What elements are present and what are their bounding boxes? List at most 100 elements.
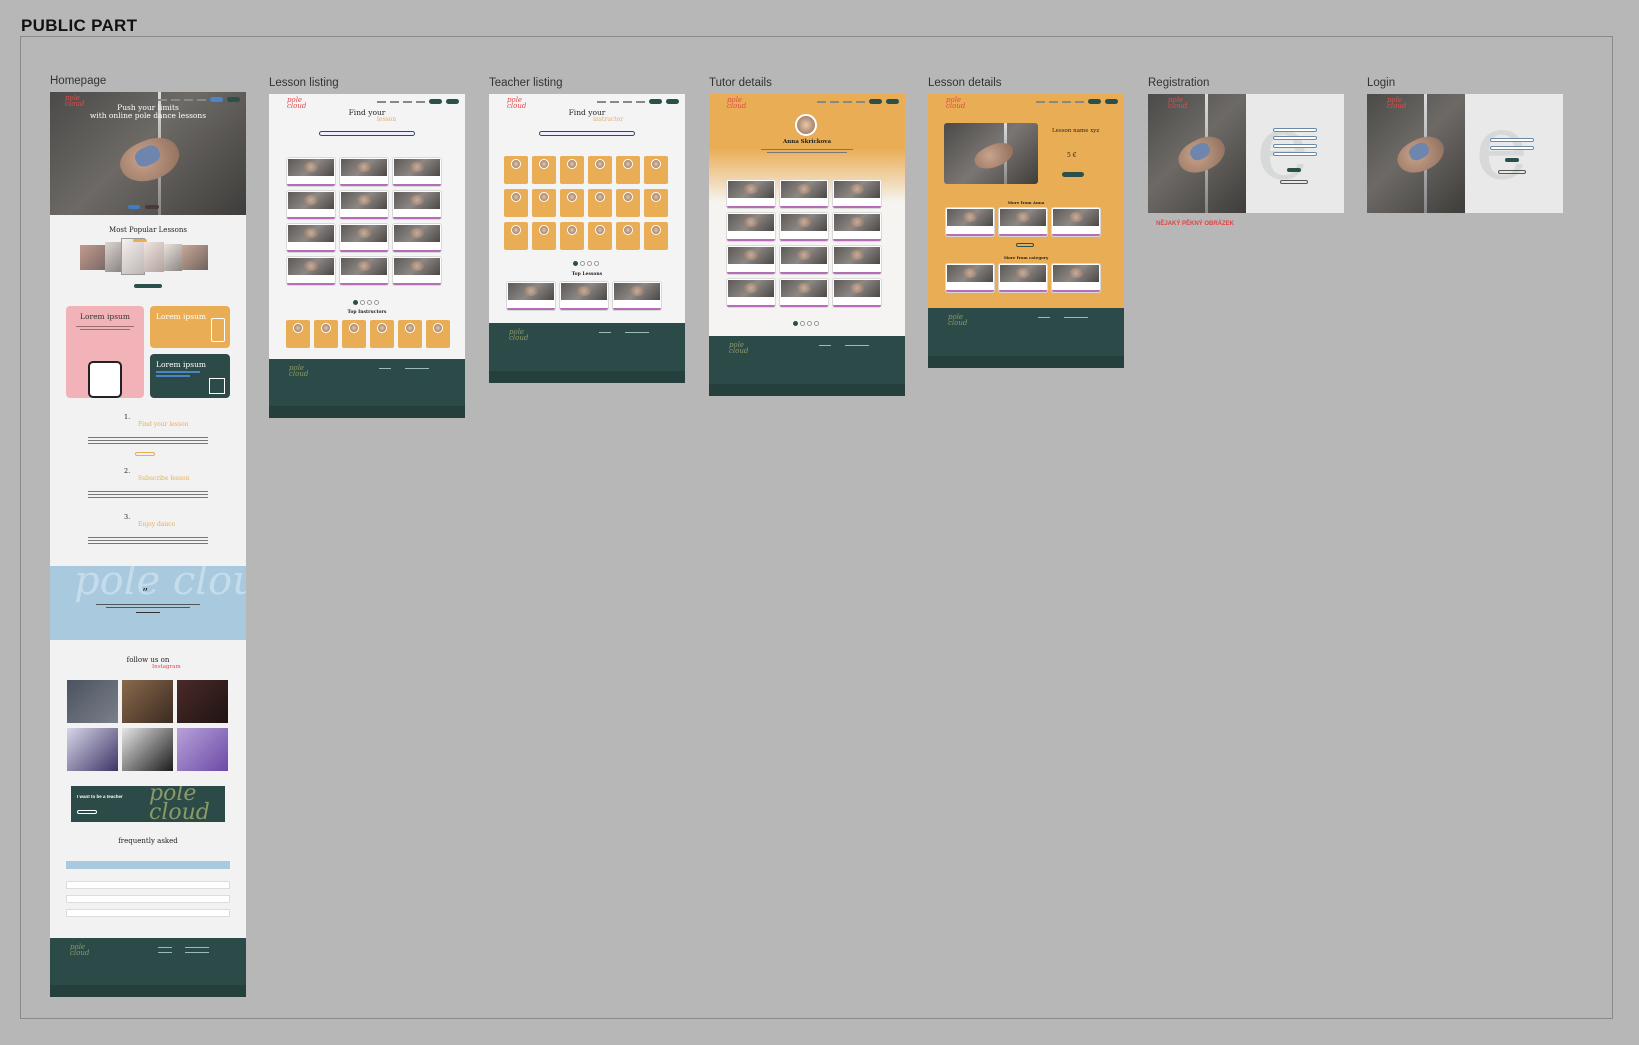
- instructor-card[interactable]: [426, 320, 450, 348]
- google-login-button[interactable]: [1498, 170, 1526, 174]
- lesson-card[interactable]: [287, 158, 335, 186]
- frame-label-login[interactable]: Login: [1367, 77, 1395, 89]
- popular-lesson-thumb[interactable]: [105, 242, 122, 272]
- instructor-card[interactable]: [504, 156, 528, 184]
- instructor-card[interactable]: [532, 222, 556, 250]
- google-signin-button[interactable]: [1280, 180, 1308, 184]
- step-1-button[interactable]: [135, 452, 155, 456]
- logo[interactable]: pole cloud: [727, 97, 746, 110]
- instructor-card[interactable]: [532, 189, 556, 217]
- lesson-card[interactable]: [340, 224, 388, 252]
- popular-lesson-thumb[interactable]: [144, 242, 164, 272]
- search-input[interactable]: [539, 131, 635, 136]
- login-button[interactable]: [1505, 158, 1519, 162]
- teacher-listing-frame[interactable]: pole cloud Find your instructor Top Lesso…: [489, 94, 685, 383]
- email-field[interactable]: [1273, 136, 1317, 140]
- name-field[interactable]: [1273, 128, 1317, 132]
- instructor-card[interactable]: [370, 320, 394, 348]
- lesson-card[interactable]: [946, 264, 994, 292]
- teacher-banner-button[interactable]: [77, 810, 97, 814]
- lesson-card[interactable]: [287, 191, 335, 219]
- instructor-card[interactable]: [560, 156, 584, 184]
- instagram-photo[interactable]: [67, 680, 118, 723]
- instructor-card[interactable]: [616, 222, 640, 250]
- instructor-card[interactable]: [560, 189, 584, 217]
- frame-label-homepage[interactable]: Homepage: [50, 75, 106, 87]
- instructor-card[interactable]: [504, 189, 528, 217]
- instructor-card[interactable]: [588, 189, 612, 217]
- lesson-card[interactable]: [727, 279, 775, 307]
- lesson-card[interactable]: [1052, 264, 1100, 292]
- instructor-card[interactable]: [342, 320, 366, 348]
- lesson-card[interactable]: [340, 257, 388, 285]
- lesson-card[interactable]: [340, 158, 388, 186]
- tutor-details-frame[interactable]: pole cloud Anna Skrickova pole cloud: [709, 94, 905, 396]
- frame-label-teacher-listing[interactable]: Teacher listing: [489, 77, 563, 89]
- frame-label-lesson-listing[interactable]: Lesson listing: [269, 77, 339, 89]
- lesson-card[interactable]: [393, 257, 441, 285]
- lesson-card[interactable]: [287, 257, 335, 285]
- lesson-card[interactable]: [780, 213, 828, 241]
- lesson-video[interactable]: [944, 123, 1038, 184]
- buy-button[interactable]: [1062, 172, 1084, 177]
- lesson-card[interactable]: [833, 180, 881, 208]
- instructor-card[interactable]: [588, 156, 612, 184]
- popular-lesson-thumb-active[interactable]: [122, 239, 144, 274]
- frame-label-lesson-details[interactable]: Lesson details: [928, 77, 1002, 89]
- lesson-listing-frame[interactable]: pole cloud Find your lesson Top Instructo…: [269, 94, 465, 418]
- instagram-photo[interactable]: [67, 728, 118, 771]
- instructor-card[interactable]: [560, 222, 584, 250]
- popular-lesson-thumb[interactable]: [80, 245, 105, 270]
- lesson-card[interactable]: [1052, 208, 1100, 236]
- lesson-card[interactable]: [833, 279, 881, 307]
- password-field[interactable]: [1273, 144, 1317, 148]
- instructor-card[interactable]: [314, 320, 338, 348]
- instagram-photo[interactable]: [122, 680, 173, 723]
- registration-frame[interactable]: polecloud e: [1148, 94, 1344, 213]
- instructor-card[interactable]: [644, 189, 668, 217]
- instructor-card[interactable]: [616, 156, 640, 184]
- faq-item-open[interactable]: [66, 861, 230, 869]
- pagination[interactable]: [353, 300, 379, 305]
- frame-label-tutor-details[interactable]: Tutor details: [709, 77, 772, 89]
- lesson-card[interactable]: [560, 282, 608, 310]
- popular-lesson-thumb[interactable]: [182, 245, 208, 270]
- search-input[interactable]: [319, 131, 415, 136]
- lesson-details-frame[interactable]: pole cloud Lesson name xyz 5 € More from …: [928, 94, 1124, 368]
- hero-button-secondary[interactable]: [145, 205, 159, 209]
- lesson-card[interactable]: [613, 282, 661, 310]
- lesson-card[interactable]: [393, 158, 441, 186]
- password-field[interactable]: [1490, 146, 1534, 150]
- popular-lesson-thumb[interactable]: [164, 244, 182, 271]
- instagram-photo[interactable]: [177, 680, 228, 723]
- faq-item[interactable]: [66, 895, 230, 903]
- faq-item[interactable]: [66, 909, 230, 917]
- instagram-photo[interactable]: [122, 728, 173, 771]
- see-all-button[interactable]: [134, 284, 162, 288]
- lesson-card[interactable]: [946, 208, 994, 236]
- lesson-card[interactable]: [780, 246, 828, 274]
- instructor-card[interactable]: [286, 320, 310, 348]
- instructor-card[interactable]: [644, 156, 668, 184]
- instructor-card[interactable]: [616, 189, 640, 217]
- lesson-card[interactable]: [780, 180, 828, 208]
- instructor-card[interactable]: [398, 320, 422, 348]
- frame-label-registration[interactable]: Registration: [1148, 77, 1209, 89]
- pagination[interactable]: [573, 261, 599, 266]
- lesson-card[interactable]: [727, 213, 775, 241]
- confirm-password-field[interactable]: [1273, 152, 1317, 156]
- email-field[interactable]: [1490, 138, 1534, 142]
- faq-item[interactable]: [66, 881, 230, 889]
- logo[interactable]: pole cloud: [946, 97, 965, 110]
- homepage-frame[interactable]: pole cloud Push your limits with online p…: [50, 92, 246, 997]
- lesson-card[interactable]: [393, 224, 441, 252]
- lesson-card[interactable]: [287, 224, 335, 252]
- lesson-card[interactable]: [727, 246, 775, 274]
- lesson-card[interactable]: [727, 180, 775, 208]
- lesson-card[interactable]: [393, 191, 441, 219]
- instructor-card[interactable]: [644, 222, 668, 250]
- lesson-card[interactable]: [833, 246, 881, 274]
- see-more-button[interactable]: [1016, 243, 1034, 247]
- lesson-card[interactable]: [999, 264, 1047, 292]
- instructor-card[interactable]: [504, 222, 528, 250]
